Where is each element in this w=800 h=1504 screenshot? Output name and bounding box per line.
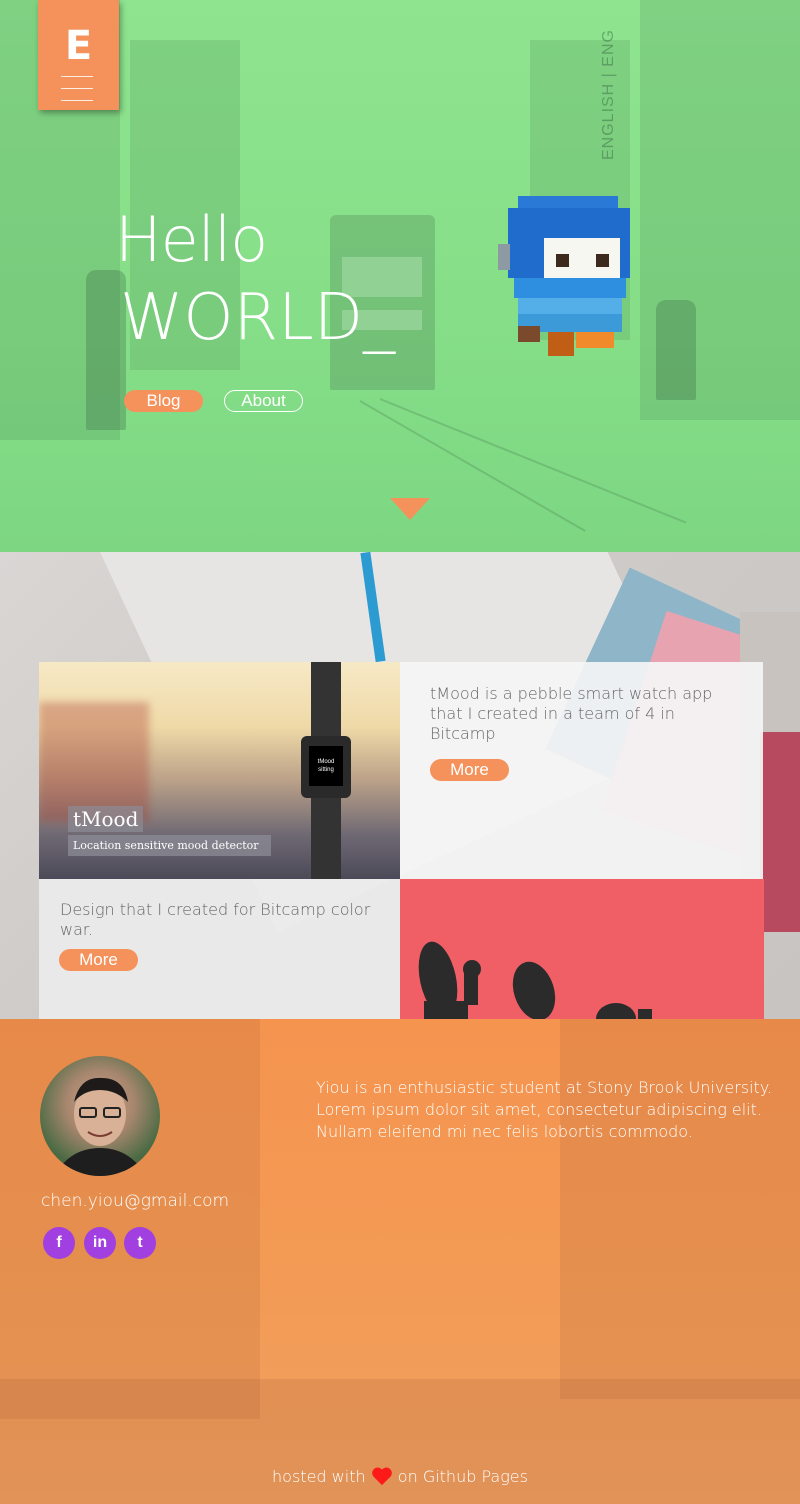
twitter-icon[interactable]: t — [124, 1227, 156, 1259]
footer-prefix: hosted with — [272, 1467, 366, 1486]
profile-avatar — [40, 1056, 160, 1176]
logo-letter: E — [64, 23, 93, 69]
footer-suffix[interactable]: on Github Pages — [398, 1467, 528, 1486]
background-book — [760, 732, 800, 932]
blurred-storefront — [39, 702, 149, 822]
watch-body: tMood sitting — [301, 736, 351, 798]
scroll-down-arrow-icon[interactable] — [390, 498, 430, 520]
tmood-description: tMood is a pebble smart watch app that I… — [430, 684, 713, 743]
projects-section: tMood sitting tMood Location sensitive m… — [0, 552, 800, 1019]
tmood-subtitle: Location sensitive mood detector — [68, 835, 271, 856]
tmood-more-button[interactable]: More — [430, 759, 509, 781]
hero-section: ENGLISH | ENG E Hello WORLD_ Blog About — [0, 0, 800, 552]
bitcamp-project-card: Design that I created for Bitcamp color … — [39, 879, 400, 1019]
heart-icon — [371, 1467, 392, 1486]
voxel-character-illustration — [498, 196, 630, 356]
headline-hello: Hello — [115, 203, 268, 276]
linkedin-icon[interactable]: in — [84, 1227, 116, 1259]
language-toggle[interactable]: ENGLISH | ENG — [600, 0, 628, 160]
watch-screen-sub: sitting — [318, 767, 334, 773]
menu-line — [61, 88, 93, 89]
background-building — [560, 1019, 800, 1399]
watch-screen-title: tMood — [317, 759, 335, 765]
tmood-project-card: tMood is a pebble smart watch app that I… — [400, 662, 763, 879]
contact-email[interactable]: chen.yiou@gmail.com — [41, 1191, 229, 1211]
bitcamp-more-button[interactable]: More — [59, 949, 138, 971]
about-section: chen.yiou@gmail.com f in t Yiou is an en… — [0, 1019, 800, 1504]
menu-line — [61, 76, 93, 77]
blog-button[interactable]: Blog — [124, 390, 203, 412]
tmood-title: tMood — [68, 806, 144, 832]
facebook-icon[interactable]: f — [43, 1227, 75, 1259]
bitcamp-project-image[interactable] — [400, 879, 764, 1019]
pedestrian-silhouette — [656, 300, 696, 400]
menu-line — [61, 100, 93, 101]
footer: hosted with on Github Pages — [0, 1465, 800, 1489]
bitcamp-description: Design that I created for Bitcamp color … — [60, 900, 371, 939]
about-button[interactable]: About — [224, 390, 303, 412]
bitcamp-illustration — [418, 941, 652, 1019]
site-logo[interactable]: E — [38, 0, 119, 110]
headline-world: WORLD_ — [120, 281, 396, 355]
about-bio: Yiou is an enthusiastic student at Stony… — [316, 1078, 773, 1141]
